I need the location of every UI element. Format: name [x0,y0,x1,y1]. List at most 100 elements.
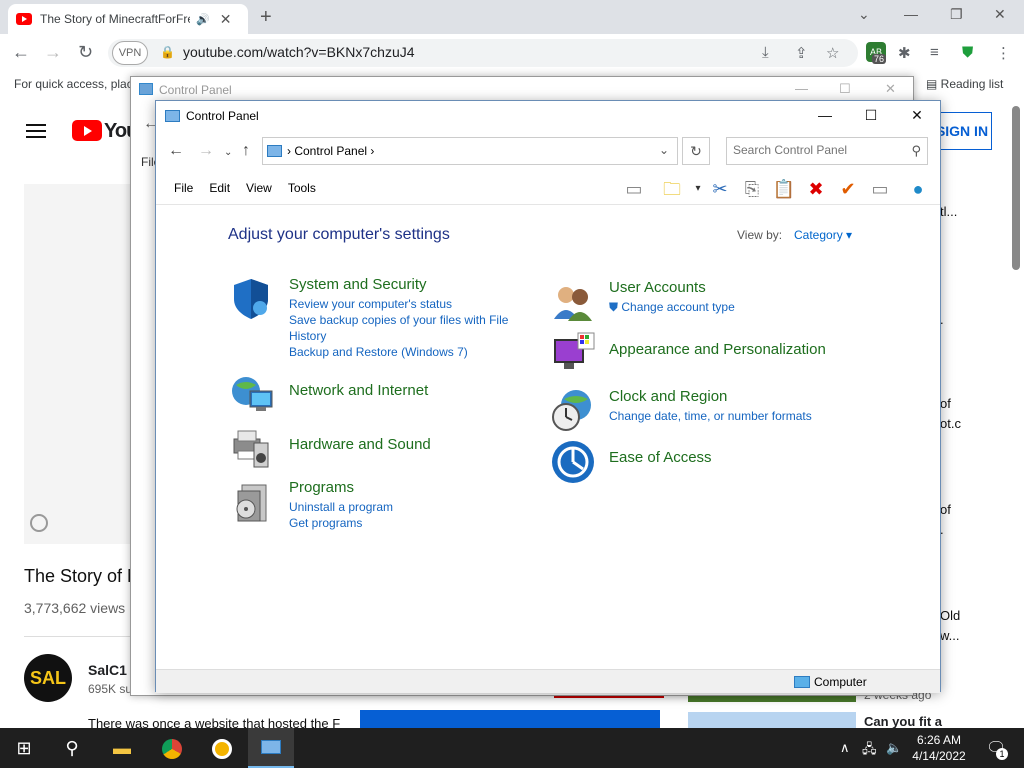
dropdown-arrow-icon[interactable]: ▾ [686,177,710,201]
back-arrow-icon[interactable]: ← [168,142,184,160]
category-link-with-shield[interactable]: ⛊ Change account type [609,299,735,315]
video-player[interactable] [24,184,144,544]
breadcrumb[interactable]: › Control Panel › [287,144,374,158]
start-windows-icon[interactable]: ⊞ [0,728,48,768]
new-tab-button[interactable]: + [260,6,272,29]
forward-icon[interactable]: → [44,42,62,63]
recommend-fragment[interactable]: tl... [940,204,957,219]
tab-search-chevron-icon[interactable]: ⌄ [858,6,870,23]
recommend-fragment[interactable]: of [940,396,951,411]
channel-avatar[interactable]: SAL [24,654,72,702]
programs-disk-icon[interactable] [228,479,274,525]
category-title[interactable]: System and Security [289,276,529,293]
category-title[interactable]: Network and Internet [289,382,428,399]
page-scrollbar[interactable] [1012,106,1020,270]
category-link[interactable]: Save backup copies of your files with Fi… [289,312,529,344]
browser-minimize-icon[interactable]: — [904,6,918,22]
network-globe-icon[interactable] [228,371,274,417]
recent-locations-icon[interactable]: ⌄ [224,147,232,158]
bg-close-icon[interactable]: ✕ [885,81,896,97]
category-title[interactable]: Appearance and Personalization [609,341,826,358]
menu-view[interactable]: View [238,181,280,195]
extensions-puzzle-icon[interactable]: ✱ [898,44,911,62]
channel-name[interactable]: SalC1 [88,662,127,678]
category-link[interactable]: Backup and Restore (Windows 7) [289,344,529,360]
sign-in-button[interactable]: SIGN IN [932,112,992,150]
file-explorer-icon[interactable]: ▬ [98,728,146,768]
recommend-fragment[interactable]: ot.c [940,416,961,431]
volume-icon[interactable]: 🔈 [886,740,902,756]
reload-icon[interactable]: ↻ [78,42,93,63]
browser-menu-icon[interactable]: ⋮ [996,44,1011,62]
view-by-dropdown[interactable]: Category ▾ [794,228,852,242]
browser-restore-icon[interactable]: ❐ [950,6,963,23]
preview-pane-icon[interactable]: ▭ [622,177,646,201]
minimize-icon[interactable]: — [802,107,848,123]
vpn-button[interactable]: VPN [112,41,148,65]
media-control-icon[interactable]: ≡ [930,44,939,61]
menu-file[interactable]: File [166,181,201,195]
category-title[interactable]: User Accounts [609,279,735,296]
security-shield-icon[interactable]: ⛊ [962,44,973,61]
breadcrumb-control-panel[interactable]: Control Panel [294,144,367,158]
up-arrow-icon[interactable]: ↑ [242,142,250,160]
search-box[interactable]: ⚲ [726,137,928,165]
notification-banner[interactable] [360,710,660,728]
category-link[interactable]: Get programs [289,515,393,531]
category-title[interactable]: Clock and Region [609,388,812,405]
recommend-title[interactable]: Can you fit a [864,714,942,729]
delete-icon[interactable]: ✖ [804,177,828,201]
printer-speaker-icon[interactable] [228,425,274,471]
refresh-button[interactable]: ↻ [682,137,710,165]
install-app-icon[interactable]: ⤓ [762,44,769,61]
paste-icon[interactable]: 📋 [772,177,796,201]
url-text[interactable]: youtube.com/watch?v=BKNx7chzuJ4 [183,44,415,60]
browser-close-icon[interactable]: ✕ [994,6,1006,23]
search-input[interactable] [733,143,903,157]
globe-icon[interactable]: ● [906,177,930,201]
menu-tools[interactable]: Tools [280,181,324,195]
vpn-app-icon[interactable] [198,728,246,768]
category-link[interactable]: Review your computer's status [289,296,529,312]
users-icon[interactable] [550,279,596,325]
taskbar-clock[interactable]: 6:26 AM 4/14/2022 [902,732,976,764]
show-hidden-icons-icon[interactable]: ∧ [840,740,850,756]
search-icon[interactable]: ⚲ [48,728,96,768]
category-title[interactable]: Hardware and Sound [289,436,431,453]
properties-icon[interactable]: ▭ [868,177,892,201]
ease-of-access-icon[interactable] [550,439,596,485]
close-icon[interactable]: ✕ [894,107,940,124]
shield-icon[interactable] [228,275,274,321]
category-link[interactable]: Uninstall a program [289,499,393,515]
folder-icon[interactable]: 🗀 [660,177,684,201]
checkmark-icon[interactable]: ✔ [836,177,860,201]
address-bar[interactable]: › Control Panel › ⌄ [262,137,678,165]
category-link[interactable]: Change date, time, or number formats [609,408,812,424]
back-icon[interactable]: ← [12,42,30,63]
hamburger-menu-icon[interactable] [26,124,46,138]
share-icon[interactable]: ⇪ [795,44,808,62]
reading-list-button[interactable]: ▤ Reading list [926,77,1003,91]
window-titlebar[interactable]: Control Panel — ☐ ✕ [156,101,940,131]
category-title[interactable]: Programs [289,479,393,496]
youtube-logo-icon[interactable] [72,120,102,141]
bg-maximize-icon[interactable]: ☐ [839,81,851,97]
bookmark-star-icon[interactable]: ☆ [826,44,839,62]
clock-globe-icon[interactable] [550,387,596,433]
tab-close-icon[interactable]: ✕ [220,11,232,28]
lock-icon[interactable]: 🔒 [160,45,175,59]
monitor-palette-icon[interactable] [550,331,596,377]
recommend-fragment[interactable]: Old [940,608,960,623]
cut-icon[interactable]: ✂ [708,177,732,201]
recommend-thumbnail[interactable] [688,712,856,728]
chrome-icon[interactable] [148,728,196,768]
network-icon[interactable]: 🖧 [862,740,877,762]
category-title[interactable]: Ease of Access [609,449,712,466]
browser-tab[interactable]: The Story of MinecraftForFree 🔊 ✕ [8,4,248,34]
control-panel-window[interactable]: Control Panel — ☐ ✕ ← → ⌄ ↑ › Control Pa… [155,100,941,693]
maximize-icon[interactable]: ☐ [848,107,894,124]
forward-arrow-icon[interactable]: → [198,142,214,160]
copy-icon[interactable]: ⎘ [740,177,764,201]
address-dropdown-icon[interactable]: ⌄ [659,143,669,157]
search-icon[interactable]: ⚲ [911,143,921,159]
